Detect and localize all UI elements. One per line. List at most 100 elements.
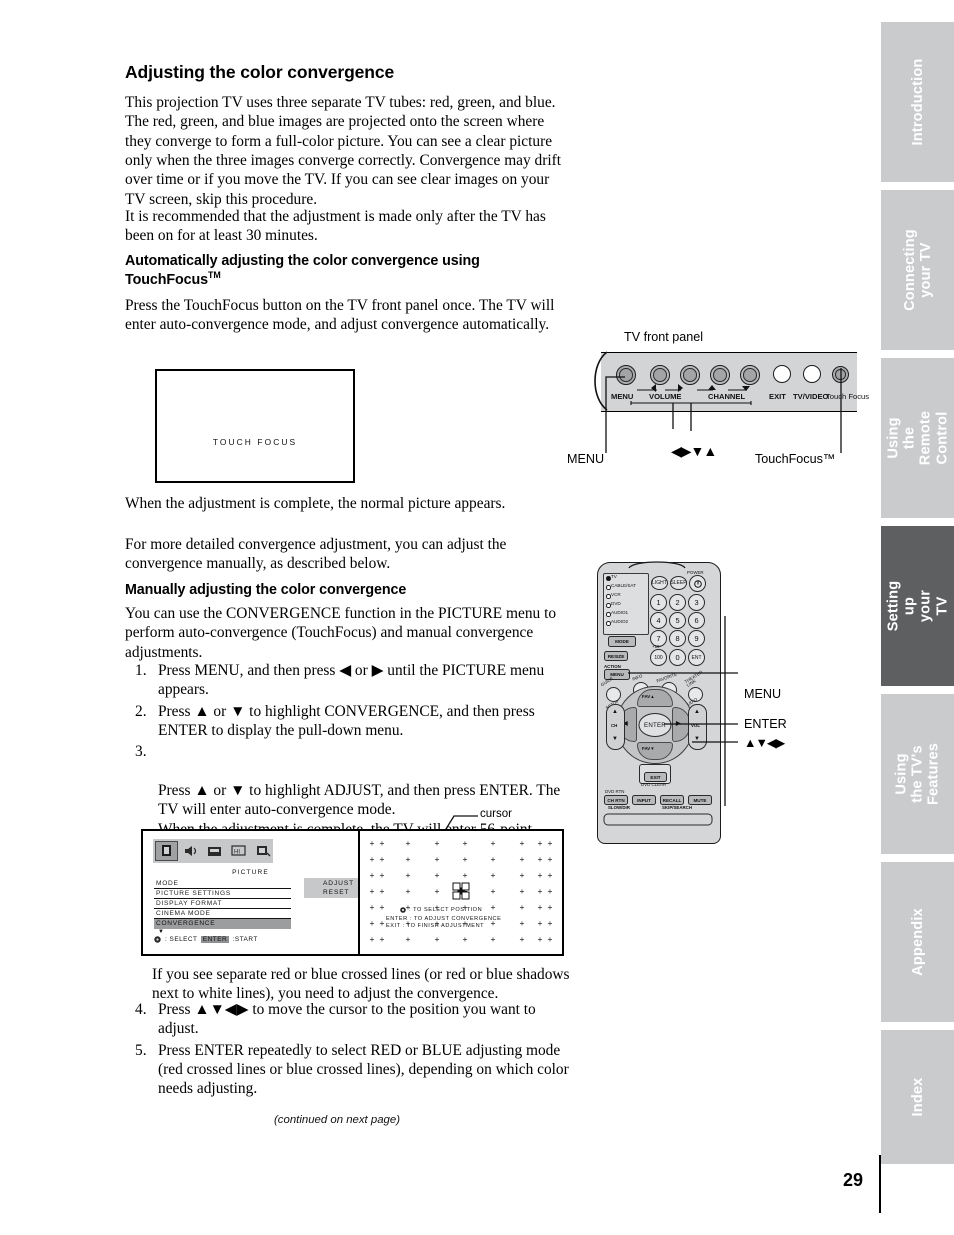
list-item: 1. Press MENU, and then press ◀ or ▶ unt… bbox=[131, 661, 576, 700]
convergence-point: + bbox=[537, 854, 543, 864]
convergence-point: + bbox=[547, 934, 553, 944]
sidebar-item-appendix[interactable]: Appendix bbox=[881, 862, 954, 1022]
remote-control-diagram: TV CABLE/SAT VCR DVD AUDIO1 AUDIO2 MODE … bbox=[592, 556, 862, 846]
convergence-point: + bbox=[537, 886, 543, 896]
convergence-point: + bbox=[434, 870, 440, 880]
sidebar-item-label: Using the TV's Features bbox=[893, 742, 942, 806]
audio-icon[interactable] bbox=[180, 842, 201, 860]
convergence-point: + bbox=[369, 886, 375, 896]
convergence-point: + bbox=[490, 838, 496, 848]
convergence-point: + bbox=[537, 934, 543, 944]
osd-row-label: CONVERGENCE bbox=[156, 920, 216, 928]
convergence-point: + bbox=[369, 934, 375, 944]
convergence-point: + bbox=[405, 854, 411, 864]
section-tab-rail: Introduction Connecting your TV Using th… bbox=[881, 22, 954, 1164]
step-text: Press MENU, and then press ◀ or ▶ until … bbox=[158, 662, 545, 699]
convergence-point: + bbox=[379, 918, 385, 928]
touch-focus-screen-text: TOUCH FOCUS bbox=[212, 437, 298, 447]
sidebar-item-connecting-your-tv[interactable]: Connecting your TV bbox=[881, 190, 954, 350]
convergence-point: + bbox=[462, 838, 468, 848]
convergence-point: + bbox=[369, 918, 375, 928]
step-number: 2. bbox=[135, 702, 147, 720]
convergence-point: + bbox=[519, 870, 525, 880]
convergence-point: + bbox=[537, 902, 543, 912]
convergence-point: + bbox=[434, 934, 440, 944]
page-number-rule bbox=[879, 1155, 881, 1213]
osd-footer-enter: ENTER bbox=[201, 936, 229, 943]
sidebar-item-label: Appendix bbox=[909, 908, 926, 976]
osd-row-label: PICTURE SETTINGS bbox=[156, 889, 231, 897]
touch-focus-screen-illustration: TOUCH FOCUS bbox=[155, 369, 355, 483]
convergence-point: + bbox=[490, 902, 496, 912]
osd-convergence-grid: + + + + + + + + + + + + + + + + + + + + + + + + + + + + + + + + + + + + + + + +… bbox=[358, 829, 564, 956]
convergence-point: + bbox=[379, 886, 385, 896]
convergence-point: + bbox=[369, 870, 375, 880]
list-item: 5. Press ENTER repeatedly to select RED … bbox=[131, 1041, 576, 1099]
sidebar-item-label: Introduction bbox=[909, 58, 926, 146]
convergence-point: + bbox=[379, 854, 385, 864]
page-number: 29 bbox=[843, 1170, 864, 1190]
sidebar-item-introduction[interactable]: Introduction bbox=[881, 22, 954, 182]
callout-front-panel-touchfocus: TouchFocus™ bbox=[755, 452, 836, 466]
tv-front-panel-title: TV front panel bbox=[624, 330, 704, 344]
convergence-point: + bbox=[405, 870, 411, 880]
convergence-point: + bbox=[369, 838, 375, 848]
step-number: 5. bbox=[135, 1041, 147, 1059]
after-adjustment-note: When the adjustment is complete, the nor… bbox=[125, 495, 506, 512]
step-number: 4. bbox=[135, 1001, 147, 1018]
convergence-point: + bbox=[519, 918, 525, 928]
step-number: 1. bbox=[135, 662, 147, 679]
callout-remote-enter: ENTER bbox=[744, 717, 787, 731]
sidebar-item-label: Connecting your TV bbox=[901, 229, 934, 311]
picture-icon[interactable] bbox=[155, 841, 178, 861]
osd-row-mode[interactable]: MODE bbox=[154, 879, 291, 889]
convergence-point: + bbox=[490, 870, 496, 880]
step-text: Press ▲▼◀▶ to move the cursor to the pos… bbox=[158, 1001, 536, 1038]
sidebar-item-index[interactable]: Index bbox=[881, 1030, 954, 1164]
tv-front-panel-diagram: TV front panel MENU VOLUME CHANNEL EXIT … bbox=[567, 330, 869, 480]
convergence-point: + bbox=[434, 886, 440, 896]
convergence-point: + bbox=[537, 870, 543, 880]
setup-icon[interactable] bbox=[204, 842, 225, 860]
auto-adjust-heading-line1: Automatically adjusting the color conver… bbox=[125, 253, 480, 269]
grid-help-line-1: : TO SELECT POSITION bbox=[400, 907, 482, 913]
grid-help-text: : TO SELECT POSITION bbox=[409, 907, 483, 913]
channel-icon[interactable]: HI bbox=[228, 842, 249, 860]
osd-pulldown-reset[interactable]: RESET bbox=[323, 889, 349, 896]
convergence-point: + bbox=[379, 934, 385, 944]
osd-footer-hints: : SELECT ENTER :START bbox=[154, 936, 258, 943]
convergence-cursor[interactable] bbox=[452, 882, 470, 900]
convergence-point: + bbox=[547, 886, 553, 896]
steps-list-part2: 4. Press ▲▼◀▶ to move the cursor to the … bbox=[131, 1000, 576, 1101]
callout-remote-menu: MENU bbox=[744, 687, 782, 701]
step-number: 3. bbox=[135, 743, 147, 761]
convergence-point: + bbox=[490, 934, 496, 944]
osd-row-convergence[interactable]: CONVERGENCE bbox=[154, 919, 291, 929]
osd-row-picture-settings[interactable]: PICTURE SETTINGS bbox=[154, 889, 291, 899]
sidebar-item-using-the-tvs-features[interactable]: Using the TV's Features bbox=[881, 694, 954, 854]
osd-row-display-format[interactable]: DISPLAY FORMAT bbox=[154, 899, 291, 909]
intro-paragraph-1: This projection TV uses three separate T… bbox=[125, 94, 562, 208]
osd-pulldown-adjust[interactable]: ADJUST bbox=[323, 880, 354, 887]
manual-intro-paragraph: For more detailed convergence adjustment… bbox=[125, 536, 507, 573]
intro-paragraph-2: It is recommended that the adjustment is… bbox=[125, 208, 546, 245]
osd-menu-title: PICTURE bbox=[232, 869, 269, 876]
convergence-point: + bbox=[519, 854, 525, 864]
auto-adjust-paragraph: Press the TouchFocus button on the TV fr… bbox=[125, 297, 555, 334]
convergence-point: + bbox=[547, 870, 553, 880]
osd-row-cinema-mode[interactable]: CINEMA MODE bbox=[154, 909, 291, 919]
convergence-point: + bbox=[547, 902, 553, 912]
manual-paragraph-1: You can use the CONVERGENCE function in … bbox=[125, 605, 557, 661]
dpad-glyph-icon bbox=[154, 936, 161, 943]
convergence-point: + bbox=[537, 918, 543, 928]
convergence-point: + bbox=[462, 854, 468, 864]
svg-text:HI: HI bbox=[234, 850, 240, 856]
step-text: Press ▲ or ▼ to highlight CONVERGENCE, a… bbox=[158, 702, 535, 739]
lock-icon[interactable] bbox=[252, 842, 273, 860]
convergence-point: + bbox=[405, 838, 411, 848]
sidebar-item-using-the-remote-control[interactable]: Using the Remote Control bbox=[881, 358, 954, 518]
sidebar-item-label: Setting up your TV bbox=[885, 580, 950, 632]
convergence-point: + bbox=[462, 870, 468, 880]
convergence-point: + bbox=[490, 886, 496, 896]
sidebar-item-setting-up-your-tv[interactable]: Setting up your TV bbox=[881, 526, 954, 686]
